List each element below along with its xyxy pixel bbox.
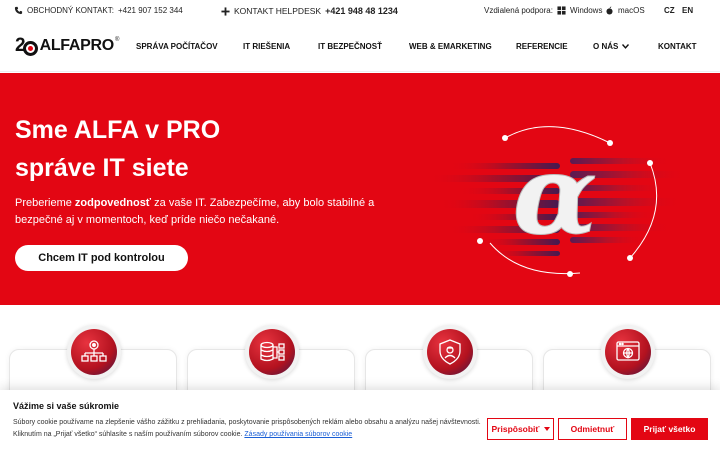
alpha-illustration: α (430, 126, 685, 277)
main-navigation: 2 ALFAPRO ® SPRÁVA POČÍTAČOV IT RIEŠENIA… (0, 22, 720, 72)
helpdesk-label: KONTAKT HELPDESK (234, 6, 322, 16)
nav-item-referencie[interactable]: REFERENCIE (516, 42, 568, 51)
nav-item-label: REFERENCIE (516, 42, 568, 51)
nav-item-label: SPRÁVA POČÍTAČOV (136, 42, 218, 51)
network-icon (67, 325, 121, 379)
sales-contact-phone[interactable]: +421 907 152 344 (118, 6, 183, 15)
database-icon (245, 325, 299, 379)
chevron-down-icon (622, 44, 630, 49)
cookie-accept-button[interactable]: Prijať všetko (631, 418, 708, 440)
hero-title: Sme ALFA v PRO správe IT siete (15, 111, 220, 187)
nav-item-label: KONTAKT (658, 42, 697, 51)
windows-icon (557, 6, 566, 15)
nav-item-kontakt[interactable]: KONTAKT (658, 42, 697, 51)
alpha-symbol: α (513, 130, 598, 259)
cookie-policy-link[interactable]: Zásady používania súborov cookie (244, 431, 352, 438)
cookie-title: Vážime si vaše súkromie (13, 401, 120, 411)
hero-title-line1: Sme ALFA v PRO (15, 116, 221, 144)
remote-windows-link[interactable]: Windows (557, 6, 602, 15)
plus-icon (221, 6, 230, 16)
remote-support-label: Vzdialená podpora: (484, 6, 553, 15)
remote-macos-link[interactable]: macOS (605, 6, 645, 15)
helpdesk-phone[interactable]: +421 948 48 1234 (325, 6, 398, 16)
nav-item-it-riesenia[interactable]: IT RIEŠENIA (243, 42, 290, 51)
apple-icon (606, 6, 613, 15)
logo-brand: ALFAPRO (39, 37, 115, 54)
nav-item-label: O NÁS (593, 42, 619, 51)
cookie-consent-banner: Vážime si vaše súkromie Súbory cookie po… (0, 390, 720, 450)
hero-title-line2: správe IT siete (15, 154, 189, 182)
nav-item-web-emarketing[interactable]: WEB & EMARKETING (409, 42, 492, 51)
sales-contact[interactable]: OBCHODNÝ KONTAKT: +421 907 152 344 (14, 6, 183, 15)
macos-label: macOS (618, 6, 645, 15)
hero-lead-pre: Preberieme (15, 197, 75, 209)
hero-lead-bold: zodpovednosť (74, 197, 152, 209)
nav-item-it-bezpecnost[interactable]: IT BEZPEČNOSŤ (318, 42, 382, 51)
remote-support-text: Vzdialená podpora: (484, 6, 553, 15)
nav-item-label: WEB & EMARKETING (409, 42, 492, 51)
cta-button[interactable]: Chcem IT pod kontrolou (15, 245, 188, 271)
nav-item-label: IT BEZPEČNOSŤ (318, 42, 383, 51)
helpdesk-contact[interactable]: KONTAKT HELPDESK +421 948 48 1234 (221, 6, 398, 16)
sales-contact-label: OBCHODNÝ KONTAKT: (27, 6, 114, 15)
logo-zero-ring (22, 40, 38, 56)
cookie-customize-button[interactable]: Prispôsobiť (487, 418, 554, 440)
hero-lead: Preberieme zodpovednosť za vaše IT. Zabe… (15, 195, 375, 229)
nav-item-o-nas[interactable]: O NÁS (593, 42, 630, 51)
alfapro-logo[interactable]: 2 ALFAPRO ® (15, 35, 119, 57)
web-browser-icon (601, 325, 655, 379)
hero-banner: Sme ALFA v PRO správe IT siete Preberiem… (0, 73, 720, 305)
nav-item-label: IT RIEŠENIA (243, 42, 291, 51)
phone-icon (14, 6, 23, 15)
cookie-reject-button[interactable]: Odmietnuť (558, 418, 627, 440)
windows-label: Windows (570, 6, 603, 15)
language-cz[interactable]: CZ (664, 6, 675, 15)
nav-item-sprava-pocitacov[interactable]: SPRÁVA POČÍTAČOV (136, 42, 218, 51)
logo-registered-mark: ® (114, 37, 120, 43)
chevron-down-icon (543, 427, 550, 431)
top-contact-bar: OBCHODNÝ KONTAKT: +421 907 152 344 KONTA… (0, 0, 720, 22)
cookie-text: Súbory cookie používame na zlepšenie váš… (13, 417, 483, 441)
cookie-customize-label: Prispôsobiť (491, 424, 540, 434)
security-shield-icon (423, 325, 477, 379)
language-en[interactable]: EN (682, 6, 693, 15)
